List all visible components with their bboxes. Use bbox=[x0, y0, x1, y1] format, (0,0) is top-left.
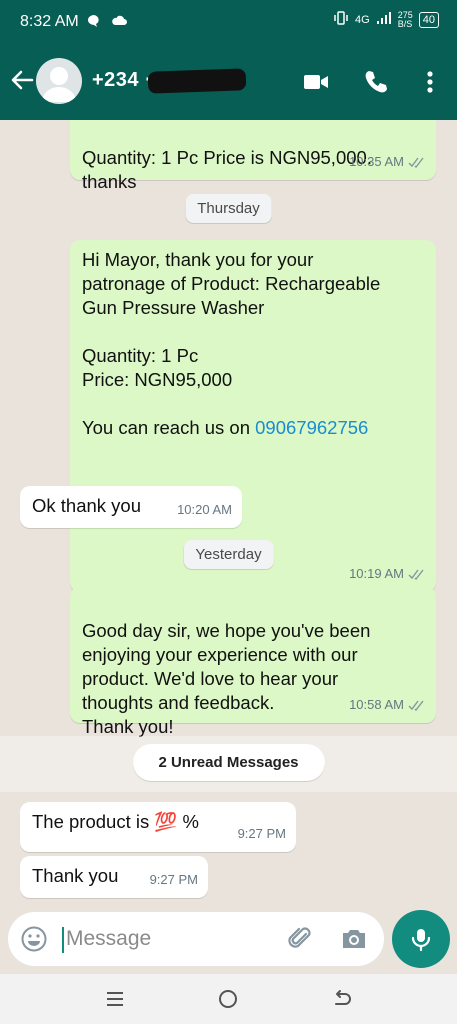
message-meta: 10:35 AM bbox=[349, 150, 426, 174]
chat-area[interactable]: Quantity: 1 Pc Price is NGN95,000. thank… bbox=[0, 120, 457, 910]
double-tick-icon bbox=[408, 700, 424, 711]
notification-icons bbox=[86, 13, 128, 32]
message-suffix: % bbox=[177, 811, 200, 832]
vibrate-icon bbox=[333, 10, 349, 29]
network-label: 4G bbox=[355, 13, 370, 26]
unread-count: 2 Unread Messages bbox=[132, 744, 325, 781]
redaction-scribble bbox=[147, 68, 247, 94]
chat-header: +234 ··· 65... bbox=[0, 44, 457, 120]
double-tick-icon bbox=[408, 569, 424, 580]
message-time: 9:27 PM bbox=[149, 872, 198, 887]
message-meta: 10:19 AM bbox=[349, 562, 426, 586]
back-arrow-icon[interactable] bbox=[8, 66, 36, 94]
back-nav-icon[interactable] bbox=[328, 986, 354, 1012]
phone-link[interactable]: 09067962756 bbox=[255, 417, 368, 438]
message-meta: 9:27 PM bbox=[150, 868, 198, 892]
message-outgoing[interactable]: Quantity: 1 Pc Price is NGN95,000. thank… bbox=[70, 120, 436, 192]
date-separator: Thursday bbox=[185, 194, 272, 223]
hundred-points-emoji: 💯 bbox=[154, 811, 178, 832]
text-cursor bbox=[62, 927, 64, 953]
home-icon[interactable] bbox=[215, 986, 241, 1012]
message-outgoing[interactable]: Good day sir, we hope you've been enjoyi… bbox=[70, 587, 436, 737]
status-bar: 8:32 AM 4G 275 B/S 40 bbox=[0, 0, 457, 44]
message-text: The product is bbox=[32, 811, 155, 832]
double-tick-icon bbox=[408, 157, 424, 168]
message-input-container[interactable] bbox=[8, 912, 384, 966]
message-input[interactable] bbox=[66, 923, 266, 955]
message-time: 9:27 PM bbox=[237, 826, 286, 841]
system-nav-bar bbox=[0, 974, 457, 1024]
cloud-icon bbox=[110, 13, 128, 32]
message-text: Quantity: 1 Pc Price is NGN95,000. thank… bbox=[82, 147, 372, 192]
status-right-icons: 4G 275 B/S 40 bbox=[333, 10, 439, 29]
message-time: 10:35 AM bbox=[349, 154, 404, 169]
message-meta: 10:58 AM bbox=[349, 693, 426, 717]
status-time: 8:32 AM bbox=[20, 13, 79, 30]
phone-icon[interactable] bbox=[362, 68, 390, 96]
more-vert-icon[interactable] bbox=[416, 68, 444, 96]
battery-indicator: 40 bbox=[418, 11, 439, 28]
message-time: 10:58 AM bbox=[349, 697, 404, 712]
mic-button[interactable] bbox=[392, 910, 450, 968]
recents-icon[interactable] bbox=[102, 986, 128, 1012]
message-text: Hi Mayor, thank you for your patronage o… bbox=[82, 249, 381, 438]
date-separator: Yesterday bbox=[183, 540, 274, 569]
message-text: Thank you bbox=[32, 865, 119, 886]
mic-icon bbox=[411, 929, 431, 952]
message-text: Ok thank you bbox=[32, 495, 142, 516]
attach-icon[interactable] bbox=[286, 925, 314, 953]
message-time: 10:20 AM bbox=[177, 502, 232, 517]
avatar[interactable] bbox=[36, 58, 82, 104]
message-text: Good day sir, we hope you've been enjoyi… bbox=[82, 620, 371, 737]
signal-icon bbox=[376, 11, 392, 28]
message-time: 10:19 AM bbox=[349, 566, 404, 581]
message-incoming[interactable]: Thank you 9:27 PM bbox=[20, 856, 208, 898]
speed-label: 275 B/S bbox=[397, 9, 413, 29]
video-call-icon[interactable] bbox=[302, 68, 330, 96]
message-meta: 9:27 PM bbox=[238, 822, 286, 846]
camera-icon[interactable] bbox=[340, 925, 368, 953]
emoji-icon[interactable] bbox=[20, 925, 48, 953]
chat-notification-icon bbox=[86, 13, 102, 32]
message-incoming[interactable]: The product is 💯 % 9:27 PM bbox=[20, 802, 296, 852]
unread-banner: 2 Unread Messages bbox=[0, 736, 457, 792]
composer-bar bbox=[0, 910, 457, 974]
message-meta: 10:20 AM bbox=[177, 498, 232, 522]
message-incoming[interactable]: Ok thank you 10:20 AM bbox=[20, 486, 242, 528]
